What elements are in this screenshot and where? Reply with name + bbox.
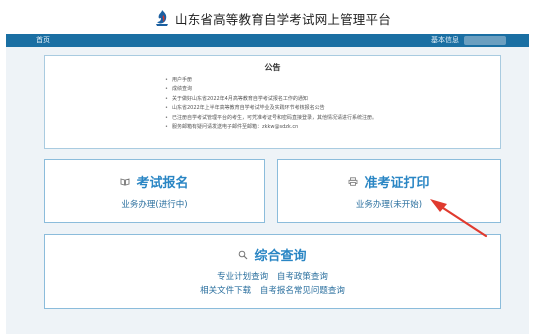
exam-registration-card[interactable]: 考试报名 业务办理(进行中) (44, 159, 265, 223)
cert-card-status-link[interactable]: 业务办理(未开始) (278, 198, 500, 210)
notice-panel: 公告 用户手册 成绩查询 关于做好山东省2022年4月高等教育自学考试报名工作的… (44, 55, 501, 149)
notice-list: 用户手册 成绩查询 关于做好山东省2022年4月高等教育自学考试报名工作的通知 … (165, 76, 377, 132)
nav-username-redacted (464, 36, 506, 45)
book-icon (121, 177, 130, 186)
query-card-header: 综合查询 (45, 245, 500, 264)
notice-item[interactable]: 成绩查询 (165, 85, 377, 94)
site-header: 山东省高等教育自学考试网上管理平台 (0, 0, 535, 34)
query-links-row: 专业计划查询 自考政策查询 (45, 270, 500, 284)
top-nav-bar: 首页 基本信息 (6, 34, 529, 47)
nav-user-info-link[interactable]: 基本信息 (431, 35, 459, 45)
query-links: 专业计划查询 自考政策查询 相关文件下载 自考报名常见问题查询 (45, 270, 500, 298)
admission-ticket-print-card[interactable]: 准考证打印 业务办理(未开始) (277, 159, 501, 223)
exam-card-status-link[interactable]: 业务办理(进行中) (45, 198, 264, 210)
exam-card-title[interactable]: 考试报名 (136, 172, 188, 191)
cert-card-title[interactable]: 准考证打印 (364, 172, 429, 191)
site-title[interactable]: 山东省高等教育自学考试网上管理平台 (154, 8, 391, 28)
file-download-link[interactable]: 相关文件下载 (200, 286, 251, 296)
search-icon (239, 250, 248, 259)
major-plan-query-link[interactable]: 专业计划查询 (217, 272, 268, 282)
policy-query-link[interactable]: 自考政策查询 (277, 272, 328, 282)
faq-query-link[interactable]: 自考报名常见问题查询 (260, 286, 345, 296)
notice-item[interactable]: 用户手册 (165, 76, 377, 85)
notice-item[interactable]: 关于做好山东省2022年4月高等教育自学考试报名工作的通知 (165, 95, 377, 104)
cert-card-header: 准考证打印 (278, 172, 500, 191)
comprehensive-query-card: 综合查询 专业计划查询 自考政策查询 相关文件下载 自考报名常见问题查询 (44, 234, 501, 309)
flame-logo-icon (156, 10, 168, 26)
notice-item[interactable]: 山东省2022年上半年高等教育自学考试毕业及实践环节考核报名公告 (165, 104, 377, 113)
query-card-title[interactable]: 综合查询 (254, 245, 306, 264)
printer-icon (349, 177, 358, 186)
notice-title: 公告 (264, 63, 281, 72)
exam-card-header: 考试报名 (45, 172, 264, 191)
site-title-text: 山东省高等教育自学考试网上管理平台 (175, 11, 391, 27)
notice-item[interactable]: 服务邮箱有疑问请发送电子邮件至邮箱：zkkw@sdzk.cn (165, 123, 377, 132)
query-links-row: 相关文件下载 自考报名常见问题查询 (45, 284, 500, 298)
nav-home-link[interactable]: 首页 (36, 35, 50, 45)
notice-item[interactable]: 已注册自学考试管理平台的考生，可凭准考证号和密码直接登录，其他情况请进行系统注册… (165, 114, 377, 123)
